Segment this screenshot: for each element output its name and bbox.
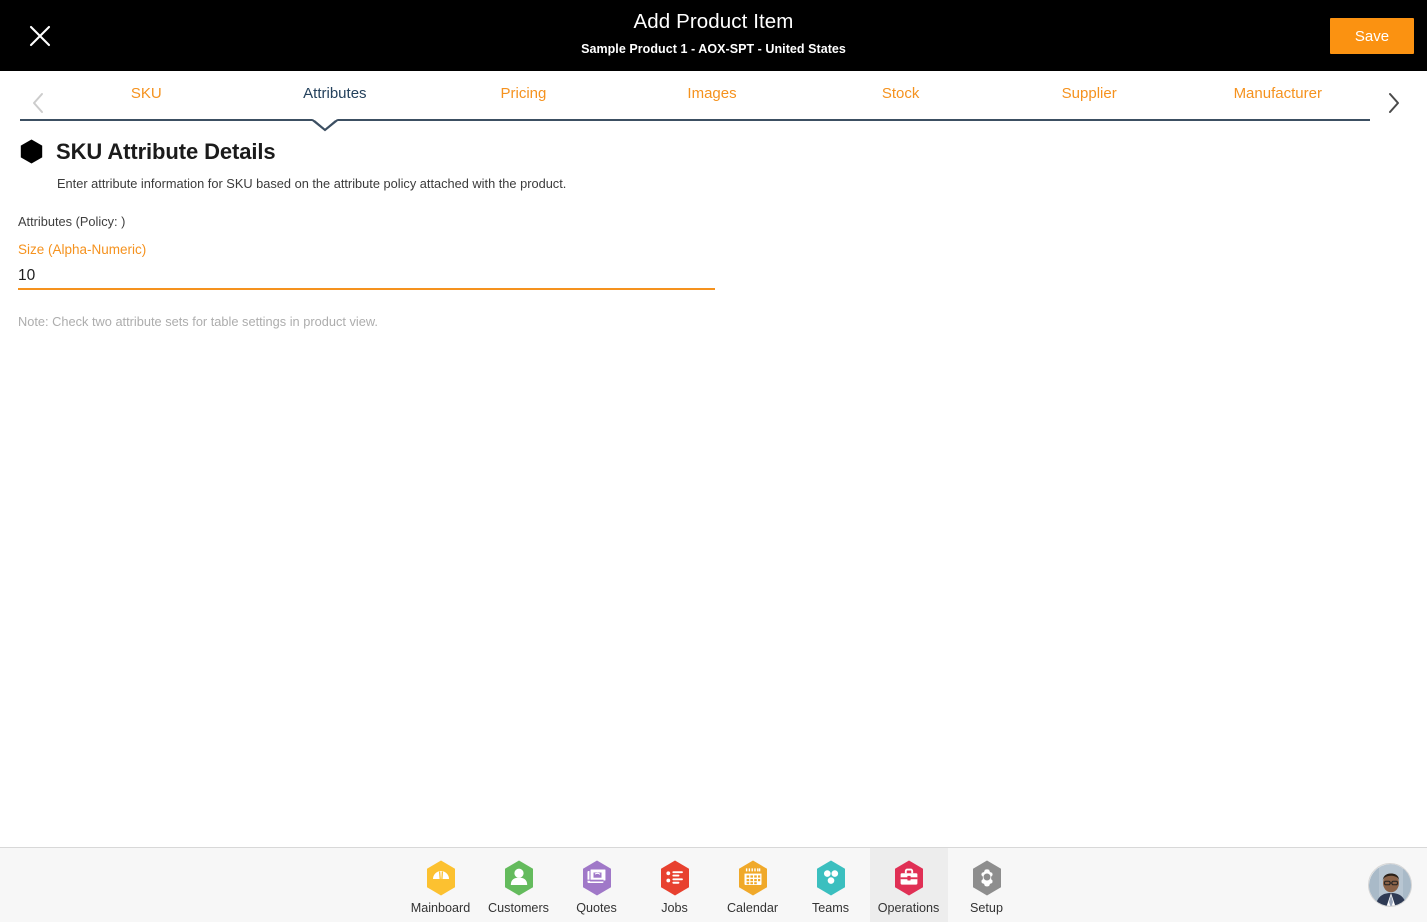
active-tab-indicator xyxy=(312,119,338,132)
hexagon-icon xyxy=(18,138,45,165)
operations-icon xyxy=(890,858,928,898)
nav-item-quotes[interactable]: Quotes xyxy=(558,848,636,922)
nav-item-customers[interactable]: Customers xyxy=(480,848,558,922)
section-title: SKU Attribute Details xyxy=(56,138,276,164)
section-description: Enter attribute information for SKU base… xyxy=(57,176,567,191)
bottom-nav-bar: Mainboard Customers Quotes Jobs Calendar Team… xyxy=(0,847,1427,922)
nav-label: Operations xyxy=(877,900,940,915)
nav-item-jobs[interactable]: Jobs xyxy=(636,848,714,922)
attribute-value-input[interactable] xyxy=(18,264,715,288)
avatar[interactable] xyxy=(1368,863,1412,907)
nav-item-setup[interactable]: Setup xyxy=(948,848,1026,922)
mainboard-icon xyxy=(422,858,460,898)
tab-supplier[interactable]: Supplier xyxy=(995,71,1184,116)
note-text: Note: Check two attribute sets for table… xyxy=(18,314,378,329)
attribute-input-wrapper xyxy=(18,264,715,290)
nav-label: Teams xyxy=(811,900,850,915)
nav-label: Calendar xyxy=(726,900,779,915)
tab-attributes[interactable]: Attributes xyxy=(241,71,430,116)
setup-icon xyxy=(968,858,1006,898)
nav-item-teams[interactable]: Teams xyxy=(792,848,870,922)
nav-item-operations[interactable]: Operations xyxy=(869,848,948,922)
nav-label: Setup xyxy=(970,900,1003,915)
quotes-icon xyxy=(578,858,616,898)
nav-label: Quotes xyxy=(576,900,617,915)
tab-list: SKU Attributes Pricing Images Stock Supplier M… xyxy=(52,71,1372,116)
page-title: Add Product Item xyxy=(633,10,794,33)
tab-manufacturer[interactable]: Manufacturer xyxy=(1183,71,1372,116)
tab-sku[interactable]: SKU xyxy=(52,71,241,116)
nav-label: Mainboard xyxy=(410,900,471,915)
section-header: SKU Attribute Details xyxy=(18,138,276,165)
attribute-label: Size (Alpha-Numeric) xyxy=(18,242,147,257)
modal-header: Add Product Item Sample Product 1 - AOX-… xyxy=(0,0,1427,71)
attributes-field-group: Attributes (Policy: ) Size (Alpha-Numeri… xyxy=(18,213,715,290)
tabs-prev-button[interactable] xyxy=(22,89,54,121)
chevron-left-icon xyxy=(31,92,45,119)
tab-underline xyxy=(20,119,1370,121)
page-subtitle: Sample Product 1 - AOX-SPT - United Stat… xyxy=(581,42,846,56)
nav-label: Jobs xyxy=(661,900,688,915)
nav-label: Customers xyxy=(488,900,549,915)
teams-icon xyxy=(812,858,850,898)
chevron-right-icon xyxy=(1387,92,1401,119)
header-title-block: Add Product Item Sample Product 1 - AOX-… xyxy=(0,8,1427,59)
policy-label: Attributes (Policy: ) xyxy=(18,214,126,229)
add-product-item-screen: Add Product Item Sample Product 1 - AOX-… xyxy=(0,0,1427,922)
nav-item-calendar[interactable]: Calendar xyxy=(714,848,792,922)
tab-stock[interactable]: Stock xyxy=(806,71,995,116)
customers-icon xyxy=(500,858,538,898)
tab-pricing[interactable]: Pricing xyxy=(429,71,618,116)
tab-images[interactable]: Images xyxy=(618,71,807,116)
bottom-nav-items: Mainboard Customers Quotes Jobs Calendar Team… xyxy=(0,848,1427,922)
save-button[interactable]: Save xyxy=(1330,18,1414,54)
jobs-icon xyxy=(656,858,694,898)
tabs-next-button[interactable] xyxy=(1378,89,1410,121)
calendar-icon xyxy=(734,858,772,898)
nav-item-mainboard[interactable]: Mainboard xyxy=(402,848,480,922)
